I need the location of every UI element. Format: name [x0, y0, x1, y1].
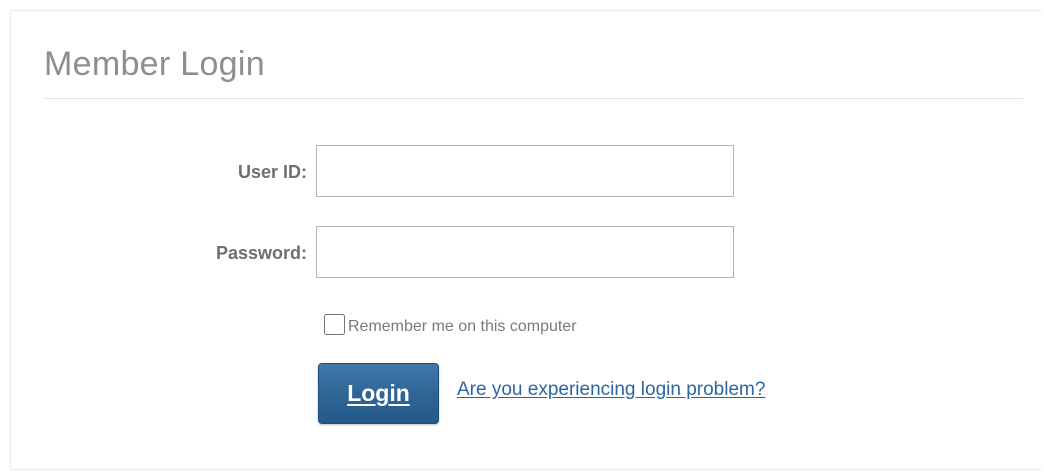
- page-title: Member Login: [44, 45, 265, 83]
- password-label: Password:: [215, 243, 307, 263]
- login-problem-link[interactable]: Are you experiencing login problem?: [457, 380, 765, 399]
- password-input[interactable]: [316, 226, 734, 278]
- remember-me-checkbox[interactable]: [324, 313, 345, 335]
- user-id-label: User ID:: [237, 162, 307, 182]
- title-divider: [43, 98, 1023, 99]
- remember-me-row: Remember me on this computer: [324, 313, 577, 335]
- user-id-input[interactable]: [316, 145, 734, 197]
- login-button[interactable]: Login: [318, 363, 439, 424]
- member-login-panel: Member Login User ID: Password: Remember…: [10, 10, 1042, 470]
- remember-me-label[interactable]: Remember me on this computer: [348, 313, 577, 335]
